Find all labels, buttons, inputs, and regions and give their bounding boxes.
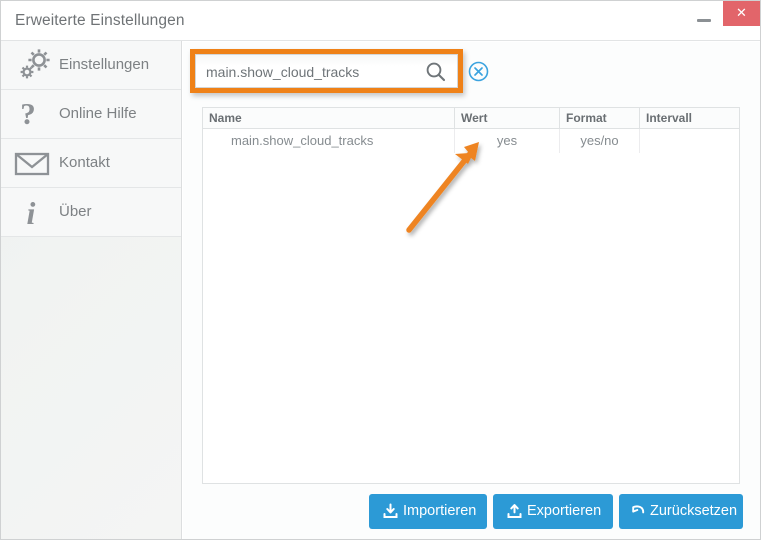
reset-button[interactable]: Zurücksetzen bbox=[619, 494, 743, 529]
cell-wert: yes bbox=[454, 129, 559, 153]
advanced-settings-window: Erweiterte Einstellungen ✕ Einstellungen… bbox=[0, 0, 761, 540]
envelope-icon bbox=[11, 139, 59, 187]
sidebar-item-einstellungen[interactable]: Einstellungen bbox=[1, 41, 181, 90]
title-bar: Erweiterte Einstellungen ✕ bbox=[1, 1, 760, 41]
column-header-name[interactable]: Name bbox=[209, 108, 454, 128]
sidebar: Einstellungen ? Online Hilfe Kontakt i Ü… bbox=[1, 41, 182, 539]
cell-intervall bbox=[639, 129, 739, 153]
import-tray-down-icon bbox=[382, 503, 399, 520]
action-button-bar: Importieren Exportieren Zurücksetzen bbox=[183, 494, 760, 539]
export-button[interactable]: Exportieren bbox=[493, 494, 613, 529]
window-title: Erweiterte Einstellungen bbox=[15, 12, 185, 29]
column-header-format[interactable]: Format bbox=[559, 108, 639, 128]
gears-icon bbox=[11, 41, 59, 89]
column-header-intervall[interactable]: Intervall bbox=[639, 108, 739, 128]
question-mark-icon: ? bbox=[11, 90, 59, 138]
close-button[interactable]: ✕ bbox=[723, 1, 760, 26]
sidebar-item-online-hilfe[interactable]: ? Online Hilfe bbox=[1, 90, 181, 139]
cell-format: yes/no bbox=[559, 129, 639, 153]
close-icon: ✕ bbox=[736, 6, 747, 21]
undo-arrow-icon bbox=[630, 503, 647, 520]
sidebar-item-label: Über bbox=[59, 203, 92, 220]
export-tray-up-icon bbox=[506, 503, 523, 520]
sidebar-item-label: Kontakt bbox=[59, 154, 110, 171]
magnifier-icon[interactable] bbox=[424, 60, 448, 84]
minimize-button[interactable] bbox=[685, 1, 723, 40]
reset-button-label: Zurücksetzen bbox=[650, 503, 738, 519]
clear-search-button[interactable] bbox=[468, 61, 489, 82]
search-input[interactable] bbox=[204, 55, 423, 89]
import-button[interactable]: Importieren bbox=[369, 494, 487, 529]
settings-content-panel: Name Wert Format Intervall main.show_clo… bbox=[183, 42, 760, 539]
svg-text:i: i bbox=[27, 195, 36, 231]
sidebar-item-label: Einstellungen bbox=[59, 56, 150, 73]
sidebar-item-ueber[interactable]: i Über bbox=[1, 188, 181, 237]
info-icon: i bbox=[11, 188, 59, 236]
export-button-label: Exportieren bbox=[527, 503, 602, 519]
svg-text:?: ? bbox=[20, 96, 36, 131]
search-field-wrapper bbox=[195, 54, 458, 89]
sidebar-item-kontakt[interactable]: Kontakt bbox=[1, 139, 181, 188]
cell-name: main.show_cloud_tracks bbox=[231, 133, 374, 148]
table-header-row: Name Wert Format Intervall bbox=[203, 108, 739, 129]
minimize-icon bbox=[697, 19, 711, 22]
sidebar-item-label: Online Hilfe bbox=[59, 105, 137, 122]
settings-table: Name Wert Format Intervall main.show_clo… bbox=[202, 107, 740, 484]
import-button-label: Importieren bbox=[403, 503, 477, 519]
search-highlight-box bbox=[190, 49, 463, 93]
column-header-wert[interactable]: Wert bbox=[454, 108, 559, 128]
table-row[interactable]: main.show_cloud_tracks yes yes/no bbox=[203, 129, 739, 153]
